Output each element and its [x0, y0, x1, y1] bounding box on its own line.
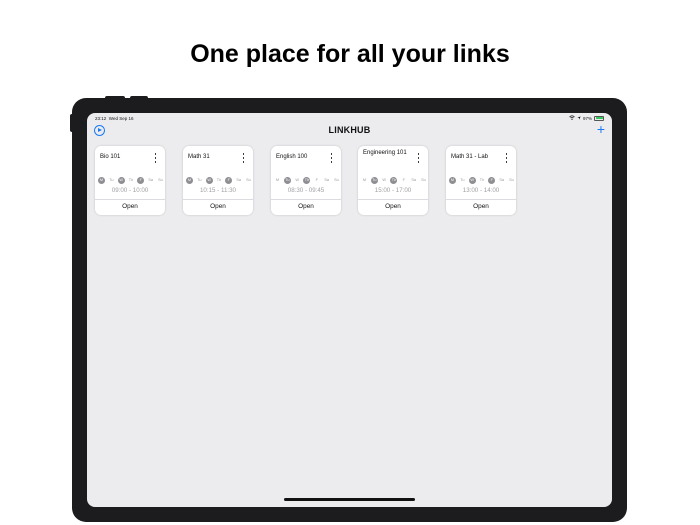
- more-options-icon[interactable]: [242, 153, 245, 163]
- more-options-icon[interactable]: [154, 153, 157, 163]
- divider: [95, 199, 165, 200]
- course-title: English 100: [276, 154, 308, 160]
- status-date: Wed Sep 16: [108, 116, 134, 121]
- more-options-icon[interactable]: [505, 153, 508, 163]
- headline: One place for all your links: [190, 40, 510, 68]
- divider: [358, 199, 428, 200]
- course-title: Math 31: [188, 154, 210, 160]
- course-card[interactable]: Engineering 101 M Tu W Th F Sa Su 15:00 - 17:00 O…: [358, 146, 428, 215]
- weekday-tu: Tu: [460, 178, 465, 182]
- weekday-f: F: [137, 177, 145, 184]
- weekday-m: M: [449, 177, 456, 184]
- status-time: 23:12: [95, 116, 107, 121]
- divider: [183, 199, 253, 200]
- weekday-sa: Sa: [324, 178, 329, 182]
- weekday-w: W: [382, 178, 386, 182]
- weekday-su: Su: [421, 178, 426, 182]
- class-time: 13:00 - 14:00: [462, 187, 500, 194]
- weekday-f: F: [225, 177, 233, 184]
- battery-percent: 97%: [582, 115, 592, 121]
- home-indicator[interactable]: [284, 498, 415, 501]
- weekday-w: W: [468, 177, 476, 184]
- weekday-tu: Tu: [370, 177, 378, 184]
- course-card[interactable]: Math 31 M Tu W Th F Sa Su 10:15 - 11:30 Open: [183, 146, 253, 215]
- weekday-w: W: [295, 178, 299, 182]
- weekday-sa: Sa: [499, 178, 504, 182]
- weekday-m: M: [98, 177, 105, 184]
- battery-fill: [595, 117, 604, 119]
- open-button[interactable]: Open: [358, 203, 428, 210]
- divider: [446, 199, 516, 200]
- weekday-tu: Tu: [283, 177, 291, 184]
- app-screen: 23:12 Wed Sep 16 97% LINKHUB + Bio 101 M T…: [87, 113, 612, 507]
- battery-icon: [594, 115, 604, 121]
- weekday-f: F: [402, 178, 405, 182]
- course-card[interactable]: Bio 101 M Tu W Th F Sa Su 09:00 - 10:00 Open: [95, 146, 165, 215]
- app-title: LINKHUB: [328, 125, 371, 135]
- weekday-row: M Tu W Th F Sa Su: [449, 177, 515, 184]
- weekday-su: Su: [246, 178, 251, 182]
- weekday-row: M Tu W Th F Sa Su: [274, 177, 340, 184]
- course-title: Math 31 - Lab: [451, 154, 489, 160]
- class-time: 08:30 - 09:45: [287, 187, 325, 194]
- course-title: Bio 101: [100, 154, 121, 160]
- weekday-th: Th: [390, 177, 398, 184]
- class-time: 09:00 - 10:00: [111, 187, 149, 194]
- weekday-row: M Tu W Th F Sa Su: [361, 177, 427, 184]
- weekday-f: F: [488, 177, 496, 184]
- divider: [271, 199, 341, 200]
- more-options-icon[interactable]: [417, 153, 420, 163]
- class-time: 10:15 - 11:30: [199, 187, 236, 194]
- open-button[interactable]: Open: [446, 203, 516, 210]
- more-options-icon[interactable]: [330, 153, 333, 163]
- open-button[interactable]: Open: [95, 203, 165, 210]
- weekday-tu: Tu: [109, 178, 114, 182]
- weekday-tu: Tu: [197, 178, 202, 182]
- weekday-w: W: [117, 177, 125, 184]
- class-time: 15:00 - 17:00: [374, 187, 412, 194]
- weekday-th: Th: [303, 177, 311, 184]
- weekday-th: Th: [479, 178, 485, 182]
- weekday-th: Th: [128, 178, 134, 182]
- weekday-th: Th: [216, 178, 222, 182]
- weekday-su: Su: [334, 178, 339, 182]
- weekday-sa: Sa: [148, 178, 153, 182]
- location-icon: [577, 115, 581, 121]
- weekday-row: M Tu W Th F Sa Su: [98, 177, 164, 184]
- weekday-w: W: [205, 177, 213, 184]
- weekday-m: M: [275, 178, 280, 182]
- weekday-m: M: [362, 178, 367, 182]
- course-card[interactable]: English 100 M Tu W Th F Sa Su 08:30 - 09:45 Open: [271, 146, 341, 215]
- weekday-f: F: [315, 178, 318, 182]
- weekday-sa: Sa: [411, 178, 416, 182]
- wifi-icon: [569, 115, 575, 121]
- status-bar: 23:12 Wed Sep 16 97%: [87, 113, 612, 123]
- weekday-sa: Sa: [236, 178, 241, 182]
- open-button[interactable]: Open: [271, 203, 341, 210]
- add-link-button[interactable]: +: [597, 122, 605, 136]
- course-title: Engineering 101: [363, 150, 407, 156]
- open-button[interactable]: Open: [183, 203, 253, 210]
- weekday-su: Su: [158, 178, 163, 182]
- weekday-row: M Tu W Th F Sa Su: [186, 177, 252, 184]
- weekday-m: M: [186, 177, 193, 184]
- weekday-su: Su: [509, 178, 514, 182]
- course-card[interactable]: Math 31 - Lab M Tu W Th F Sa Su 13:00 - 14:00 Ope…: [446, 146, 516, 215]
